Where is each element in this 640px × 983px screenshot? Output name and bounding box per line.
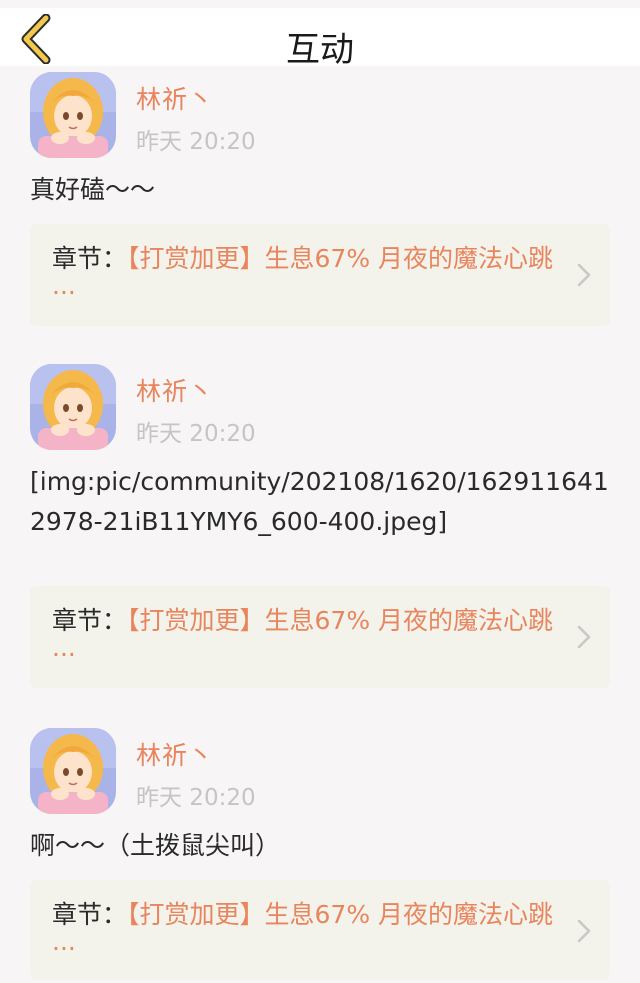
chevron-right-icon — [577, 263, 591, 287]
comment-text: 啊～～（土拨鼠尖叫） — [30, 831, 281, 860]
username[interactable]: 林祈丶 — [136, 80, 214, 116]
avatar[interactable] — [30, 728, 116, 814]
chevron-right-icon — [577, 919, 591, 943]
chapter-link[interactable]: 章节：【打赏加更】生息67% 月夜的魔法心跳··· — [30, 880, 610, 980]
timestamp: 昨天 20:20 — [136, 785, 256, 811]
chapter-name: 【打赏加更】生息67% 月夜的魔法心跳··· — [52, 900, 554, 963]
chapter-label: 章节： — [52, 606, 128, 635]
comment-text: 真好磕～～ — [30, 175, 156, 204]
chapter-label: 章节： — [52, 244, 128, 273]
comment-text: [img:pic/community/202108/1620/162911641… — [30, 467, 609, 536]
avatar[interactable] — [30, 364, 116, 450]
chevron-right-icon — [577, 625, 591, 649]
chapter-label: 章节： — [52, 900, 128, 929]
chapter-link[interactable]: 章节：【打赏加更】生息67% 月夜的魔法心跳··· — [30, 586, 610, 688]
nav-bar: 互动 — [0, 0, 640, 70]
page-title: 互动 — [286, 30, 354, 70]
chapter-name: 【打赏加更】生息67% 月夜的魔法心跳··· — [52, 244, 554, 307]
username[interactable]: 林祈丶 — [136, 736, 214, 772]
timestamp: 昨天 20:20 — [136, 129, 256, 155]
timestamp: 昨天 20:20 — [136, 421, 256, 447]
chapter-link[interactable]: 章节：【打赏加更】生息67% 月夜的魔法心跳··· — [30, 224, 610, 326]
username[interactable]: 林祈丶 — [136, 372, 214, 408]
avatar[interactable] — [30, 72, 116, 158]
chapter-name: 【打赏加更】生息67% 月夜的魔法心跳··· — [52, 606, 554, 669]
